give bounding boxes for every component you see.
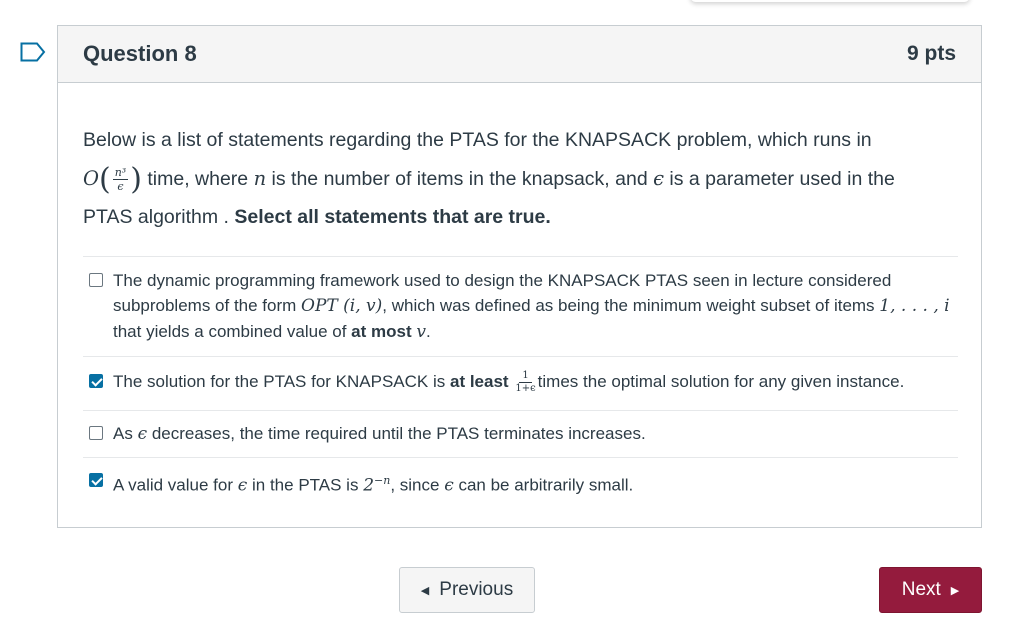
answer-label: The dynamic programming framework used t… — [113, 271, 950, 342]
previous-label: Previous — [439, 579, 514, 600]
answer-checkbox[interactable] — [89, 426, 103, 440]
big-o-symbol: O — [83, 166, 99, 190]
stem-text: time, where — [141, 167, 254, 190]
triangle-left-icon: ◀ — [420, 584, 430, 597]
stem-line-1: Below is a list of statements regarding … — [83, 129, 872, 151]
stem-fraction: n³ ϵ — [112, 165, 129, 193]
bookmark-flag-icon[interactable] — [20, 42, 46, 62]
question-header: Question 8 9 pts — [58, 26, 981, 83]
answer-checkbox-checked[interactable] — [89, 374, 103, 388]
question-card: Question 8 9 pts Below is a list of stat… — [57, 25, 982, 528]
answer-label: As ϵ decreases, the time required until … — [113, 424, 646, 444]
answer-label: The solution for the PTAS for KNAPSACK i… — [113, 370, 905, 395]
next-button[interactable]: Next ▶ — [879, 567, 982, 613]
top-panel-shadow — [690, 0, 970, 2]
answer-checkbox[interactable] — [89, 273, 103, 287]
stem-text: PTAS algorithm . — [83, 206, 235, 228]
stem-fraction-numerator: n³ — [112, 165, 129, 180]
question-stem: Below is a list of statements regarding … — [83, 129, 895, 228]
triangle-right-icon: ▶ — [950, 584, 960, 597]
stem-instruction: Select all statements that are true. — [234, 206, 551, 228]
next-label: Next — [901, 579, 941, 600]
answer-fraction: 1 1+ϵ — [515, 370, 536, 395]
answer-label: A valid value for ϵ in the PTAS is 2−n, … — [113, 474, 634, 496]
stem-fraction-denominator: ϵ — [117, 179, 124, 193]
stem-var-epsilon: ϵ — [653, 166, 664, 190]
previous-button[interactable]: ◀ Previous — [399, 567, 535, 613]
stem-var-n: n — [253, 166, 267, 190]
answer-option[interactable]: As ϵ decreases, the time required until … — [83, 410, 958, 457]
answer-option[interactable]: A valid value for ϵ in the PTAS is 2−n, … — [83, 457, 958, 507]
answer-option[interactable]: The solution for the PTAS for KNAPSACK i… — [83, 356, 958, 410]
question-points: 9 pts — [906, 42, 956, 65]
stem-text: is the number of items in the knapsack, … — [266, 167, 654, 190]
question-title: Question 8 — [83, 41, 197, 66]
answer-option[interactable]: The dynamic programming framework used t… — [83, 256, 958, 356]
answer-checkbox-checked[interactable] — [89, 473, 103, 487]
stem-text: is a parameter used in the — [664, 167, 895, 190]
answer-list: The dynamic programming framework used t… — [83, 256, 958, 507]
